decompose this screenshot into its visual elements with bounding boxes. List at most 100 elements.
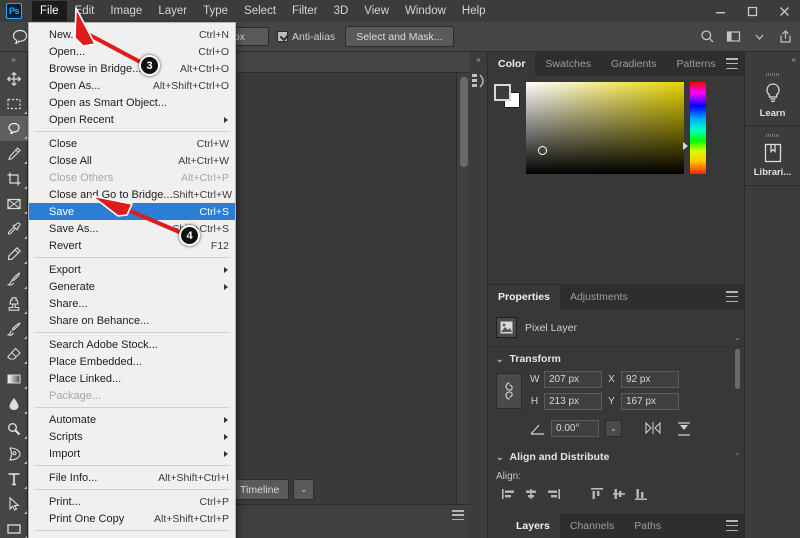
menu-item-browse-in-bridge[interactable]: Browse in Bridge... Alt+Ctrl+O [29,60,235,77]
align-left-icon[interactable] [502,488,516,500]
transform-section-header[interactable]: ⌄ Transform [488,347,744,371]
layers-panel-menu-icon[interactable] [726,520,738,531]
far-dock-collapse-button[interactable]: « [745,52,800,66]
color-picker-marker[interactable] [538,146,547,155]
menu-help[interactable]: Help [454,1,494,21]
history-panel-icon[interactable] [471,72,487,90]
search-icon[interactable] [696,25,718,49]
menu-type[interactable]: Type [195,1,236,21]
menu-select[interactable]: Select [236,1,284,21]
workspace-icon[interactable] [722,25,744,49]
menu-item-close-and-go-to-bridge[interactable]: Close and Go to Bridge... Shift+Ctrl+W [29,186,235,203]
menu-item-export[interactable]: Export [29,261,235,278]
rectangular-marquee-tool[interactable] [0,91,28,116]
menu-item-save-as[interactable]: Save As... Shift+Ctrl+S [29,220,235,237]
hue-slider[interactable] [690,82,706,174]
tab-gradients[interactable]: Gradients [601,52,667,76]
clone-stamp-tool[interactable] [0,291,28,316]
align-center-horizontal-icon[interactable] [524,488,538,500]
scroll-down-arrow-icon[interactable]: ⌄ [733,448,742,457]
pen-tool[interactable] [0,441,28,466]
menu-item-generate[interactable]: Generate [29,278,235,295]
menu-item-search-adobe-stock[interactable]: Search Adobe Stock... [29,336,235,353]
select-and-mask-button[interactable]: Select and Mask... [345,26,454,47]
flip-horizontal-icon[interactable] [644,421,662,435]
path-selection-tool[interactable] [0,491,28,516]
chevron-down-icon[interactable] [748,25,770,49]
tab-paths[interactable]: Paths [624,514,671,538]
file-menu-dropdown[interactable]: New... Ctrl+N Open... Ctrl+O Browse in B… [28,22,236,538]
height-input[interactable]: 213 px [544,393,602,410]
align-top-icon[interactable] [590,488,604,500]
share-icon[interactable] [774,25,796,49]
menu-item-exit[interactable]: Exit Ctrl+Q [29,534,235,538]
angle-input[interactable]: 0.00° [551,420,599,437]
tab-adjustments[interactable]: Adjustments [560,285,638,309]
scroll-up-arrow-icon[interactable]: ⌃ [733,337,742,346]
menu-item-automate[interactable]: Automate [29,411,235,428]
timeline-button[interactable]: Timeline [230,479,290,500]
dodge-tool[interactable] [0,416,28,441]
menu-item-file-info[interactable]: File Info... Alt+Shift+Ctrl+I [29,469,235,486]
minimize-button[interactable] [704,0,736,22]
align-section-header[interactable]: ⌄ Align and Distribute [488,445,744,469]
far-dock-item-libraries[interactable]: Librari... [745,126,800,186]
color-picker-field[interactable] [526,82,684,174]
scrollbar-thumb[interactable] [460,77,468,167]
menu-item-open-recent[interactable]: Open Recent [29,111,235,128]
menu-item-scripts[interactable]: Scripts [29,428,235,445]
canvas-vertical-scrollbar[interactable] [456,73,470,504]
properties-scrollbar[interactable]: ⌃ ⌄ [733,337,742,457]
properties-panel-menu-icon[interactable] [726,291,738,302]
eraser-tool[interactable] [0,341,28,366]
move-tool[interactable] [0,66,28,91]
menu-item-place-embedded[interactable]: Place Embedded... [29,353,235,370]
toolbar-collapse-button[interactable]: » [0,52,27,66]
antialias-checkbox[interactable]: Anti-alias [277,31,335,43]
gradient-tool[interactable] [0,366,28,391]
tab-layers[interactable]: Layers [506,514,560,538]
blur-tool[interactable] [0,391,28,416]
angle-dropdown-button[interactable]: ⌄ [605,420,622,437]
menu-item-place-linked[interactable]: Place Linked... [29,370,235,387]
menu-view[interactable]: View [356,1,397,21]
width-input[interactable]: 207 px [544,371,602,388]
menu-file[interactable]: File [32,1,67,21]
menu-window[interactable]: Window [397,1,454,21]
menu-item-open-as-smart-object[interactable]: Open as Smart Object... [29,94,235,111]
menu-3d[interactable]: 3D [326,1,357,21]
link-aspect-ratio-button[interactable] [496,372,522,409]
timeline-panel-menu-icon[interactable] [452,510,464,520]
brush-tool[interactable] [0,266,28,291]
type-tool[interactable] [0,466,28,491]
menu-item-close-all[interactable]: Close All Alt+Ctrl+W [29,152,235,169]
eyedropper-tool[interactable] [0,216,28,241]
align-middle-vertical-icon[interactable] [612,488,626,500]
hue-slider-marker[interactable] [683,142,688,150]
align-right-icon[interactable] [546,488,560,500]
dock-collapse-button[interactable]: » [470,52,487,66]
menu-item-close[interactable]: Close Ctrl+W [29,135,235,152]
timeline-dropdown-button[interactable]: ⌄ [293,479,315,500]
tab-color[interactable]: Color [488,52,536,76]
spot-healing-brush-tool[interactable] [0,241,28,266]
color-swatches[interactable] [494,84,520,108]
x-input[interactable]: 92 px [621,371,679,388]
menu-item-share-on-behance[interactable]: Share on Behance... [29,312,235,329]
far-dock-item-learn[interactable]: Learn [745,66,800,126]
rectangle-tool[interactable] [0,516,28,538]
menu-item-share[interactable]: Share... [29,295,235,312]
menu-item-revert[interactable]: Revert F12 [29,237,235,254]
menu-image[interactable]: Image [102,1,150,21]
quick-selection-tool[interactable] [0,141,28,166]
menu-item-print-one-copy[interactable]: Print One Copy Alt+Shift+Ctrl+P [29,510,235,527]
color-panel-menu-icon[interactable] [726,58,738,69]
crop-tool[interactable] [0,166,28,191]
scrollbar-thumb[interactable] [735,349,740,389]
menu-item-save[interactable]: Save Ctrl+S [29,203,235,220]
frame-tool[interactable] [0,191,28,216]
tab-patterns[interactable]: Patterns [666,52,725,76]
y-input[interactable]: 167 px [621,393,679,410]
foreground-color-swatch[interactable] [494,84,511,101]
flip-vertical-icon[interactable] [676,421,692,437]
